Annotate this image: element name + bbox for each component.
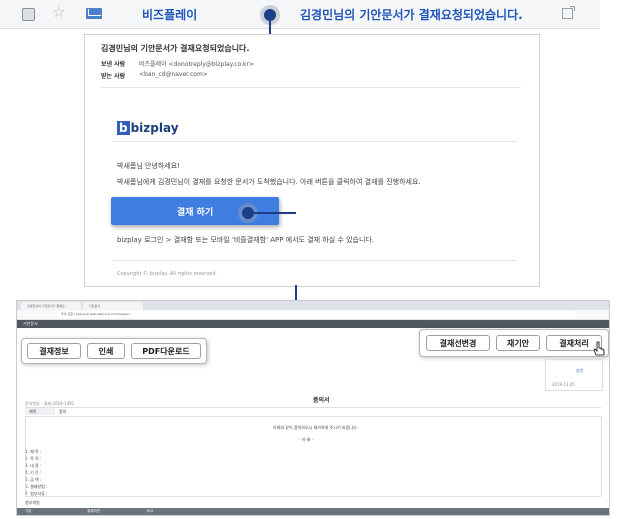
app-header: 기안문서 — [17, 320, 609, 328]
greeting-text: 박새롬님 안녕하세요! — [117, 162, 180, 170]
list-item: 4. 기 간 : — [25, 470, 42, 475]
message-text: 박새롬님에게 김경민님이 결재를 요청한 문서가 도착했습니다. 아래 버튼을 … — [117, 178, 421, 186]
browser-tab[interactable]: 김경민님의 기안문서가 결재요... — [21, 302, 81, 310]
app-title: 기안문서 — [23, 321, 38, 326]
footer-col: 결재의견 — [87, 509, 100, 513]
field-value: 품의 — [59, 409, 67, 414]
star-icon[interactable]: ☆ — [52, 3, 65, 21]
bizplay-logo: b bizplay — [117, 121, 179, 135]
approval-browser-window: 김경민님의 기안문서가 결재요... 기안문서 주의 요함 | approval… — [16, 300, 610, 516]
connector-line — [248, 212, 296, 214]
divider — [113, 260, 517, 261]
list-item: 1. 제 목 : — [25, 449, 42, 454]
select-checkbox[interactable] — [22, 8, 35, 21]
footer-table-header: 기본 결재의견 비고 — [17, 508, 609, 515]
approval-status: 승인 — [576, 368, 584, 373]
browser-tab-bar: 김경민님의 기안문서가 결재요... 기안문서 — [17, 301, 609, 310]
from-label: 보낸 사람 — [101, 61, 126, 68]
right-toolbar-callout: 결재선변경 재기안 결재처리 — [419, 329, 609, 357]
list-item: 6. 결제방법 : — [25, 484, 48, 489]
copyright-text: Copyright © bizplay. All rights reserved… — [117, 271, 218, 277]
from-value[interactable]: 비즈플레이 <donotreply@bizplay.co.kr> — [139, 59, 254, 68]
divider — [101, 87, 521, 88]
divider — [25, 416, 601, 417]
footer-col: 비고 — [147, 509, 154, 513]
email-subject: 김경민님의 기안문서가 결재요청되었습니다. — [101, 44, 250, 53]
redraft-button[interactable]: 재기안 — [496, 335, 540, 351]
attachment-label: 첨부파일 — [25, 500, 40, 505]
logo-text: bizplay — [130, 121, 179, 135]
external-link-icon[interactable] — [562, 6, 575, 19]
list-item: 3. 내 용 : — [25, 463, 42, 468]
url-field[interactable]: 주의 요함 | approval.webcashcorp.com/bizapp/… — [57, 311, 577, 318]
approval-info-button[interactable]: 결재정보 — [27, 343, 81, 359]
to-value[interactable]: <ban_cd@naver.com> — [139, 71, 208, 78]
approval-stamp-box: 승인 2019.11.05 — [545, 359, 603, 391]
divider — [113, 141, 517, 142]
pdf-download-button[interactable]: PDF다운로드 — [131, 343, 201, 359]
divider — [25, 496, 601, 497]
mail-list-row[interactable]: ☆ 비즈플레이 김경민님의 기안문서가 결재요청되었습니다. — [0, 0, 600, 29]
divider — [25, 416, 26, 496]
list-item: 2. 목 적 : — [25, 456, 42, 461]
envelope-icon — [86, 8, 102, 19]
change-approval-line-button[interactable]: 결재선변경 — [426, 335, 490, 351]
login-note: bizplay 로그인 > 결재함 또는 모바일 '비즐결재함' APP 에서도… — [117, 236, 375, 244]
mail-subject[interactable]: 김경민님의 기안문서가 결재요청되었습니다. — [300, 6, 523, 23]
mail-sender[interactable]: 비즈플레이 — [142, 6, 197, 23]
body-sub-text: - 아 래 - — [299, 437, 314, 442]
list-item: 5. 금 액 : — [25, 477, 42, 482]
field-label: 제목 — [29, 409, 37, 414]
address-bar: 주의 요함 | approval.webcashcorp.com/bizapp/… — [17, 310, 609, 320]
approval-date: 2019.11.05 — [552, 382, 575, 387]
browser-tab[interactable]: 기안문서 — [83, 302, 143, 310]
body-text: 아래와 같이 품의하오니 재가하여 주시기 바랍니다. — [273, 425, 358, 430]
print-button[interactable]: 인쇄 — [87, 343, 125, 359]
connector-line — [295, 285, 297, 301]
divider — [25, 407, 601, 408]
footer-col: 기본 — [25, 509, 32, 513]
divider — [601, 416, 602, 496]
left-toolbar-callout: 결재정보 인쇄 PDF다운로드 — [21, 338, 207, 364]
hand-cursor-icon — [593, 341, 605, 356]
document-title: 품의서 — [313, 397, 330, 404]
to-label: 받는 사람 — [101, 73, 126, 80]
email-preview: 김경민님의 기안문서가 결재요청되었습니다. 보낸 사람 비즈플레이 <dono… — [84, 34, 540, 287]
